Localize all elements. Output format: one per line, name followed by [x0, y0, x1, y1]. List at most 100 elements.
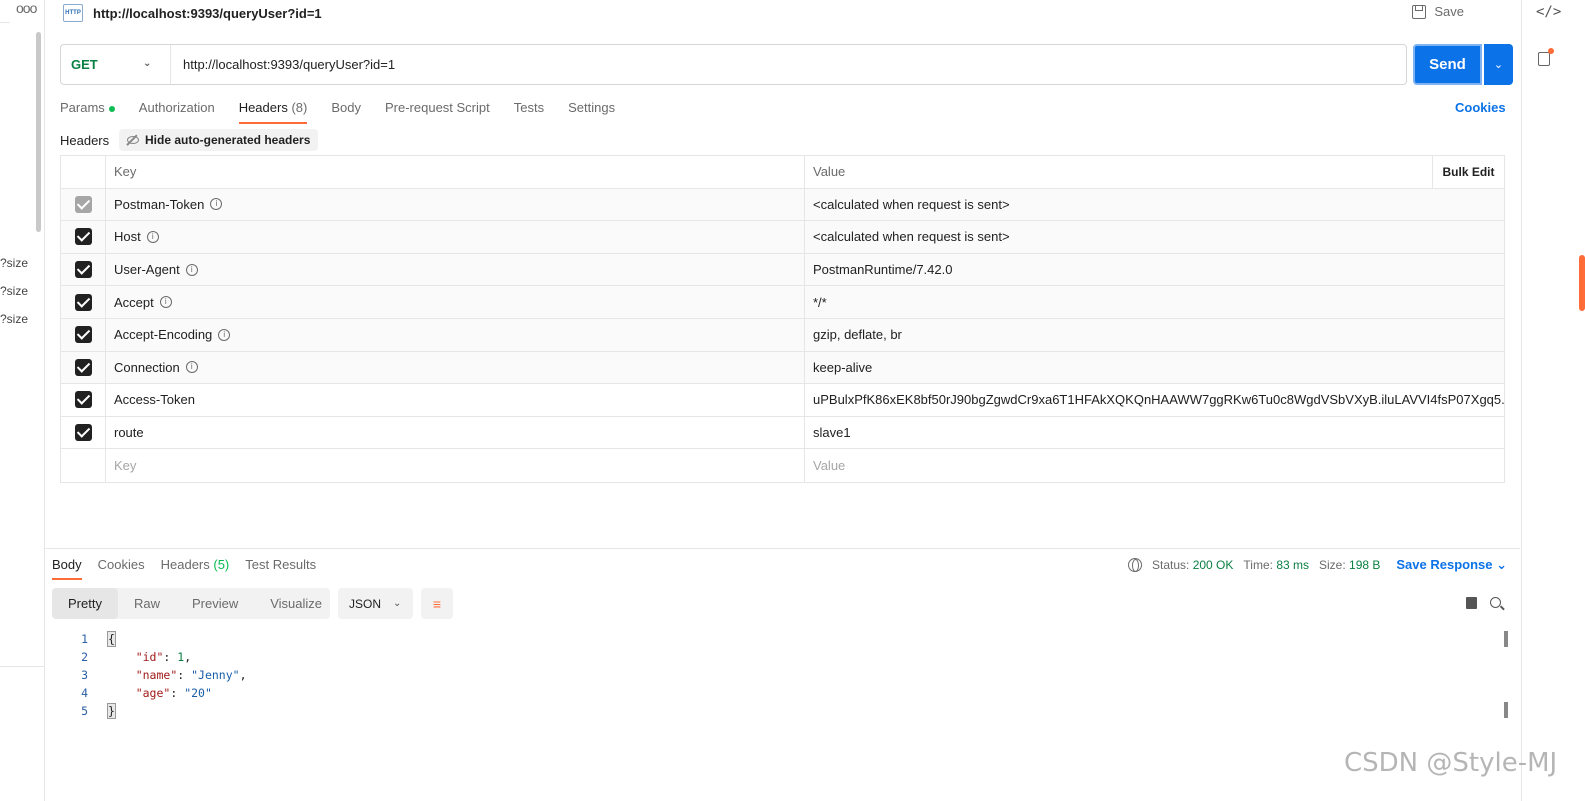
table-row-new: Key Value — [61, 449, 1504, 482]
request-tabs: Params Authorization Headers (8) Body Pr… — [60, 96, 639, 124]
header-key[interactable]: Accept — [114, 295, 154, 310]
header-check-cell — [61, 156, 106, 188]
tab-settings[interactable]: Settings — [568, 96, 615, 124]
header-value[interactable]: <calculated when request is sent> — [805, 189, 1504, 221]
send-button[interactable]: Send — [1413, 44, 1482, 85]
bulk-edit-button[interactable]: Bulk Edit — [1432, 156, 1504, 188]
header-value[interactable]: gzip, deflate, br — [805, 319, 1504, 351]
hide-auto-generated-button[interactable]: Hide auto-generated headers — [119, 129, 319, 151]
tab-authorization[interactable]: Authorization — [139, 96, 215, 124]
tab-response-body[interactable]: Body — [52, 556, 82, 580]
tab-tests[interactable]: Tests — [514, 96, 544, 124]
sidebar-scrollbar[interactable] — [36, 32, 41, 232]
header-value[interactable]: keep-alive — [805, 352, 1504, 384]
header-key[interactable]: Access-Token — [114, 392, 195, 407]
params-active-dot — [108, 105, 115, 112]
table-row: Connection i keep-alive — [61, 351, 1504, 385]
tab-headers[interactable]: Headers (8) — [238, 96, 308, 124]
response-tabs: Body Cookies Headers (5) Test Results — [52, 556, 332, 580]
request-title[interactable]: http://localhost:9393/queryUser?id=1 — [93, 6, 322, 21]
editor-scrollbar-mark[interactable] — [1504, 702, 1508, 718]
url-input[interactable]: http://localhost:9393/queryUser?id=1 — [171, 45, 1406, 84]
save-label: Save — [1434, 4, 1464, 19]
header-value[interactable]: PostmanRuntime/7.42.0 — [805, 254, 1504, 286]
row-checkbox[interactable] — [74, 326, 92, 344]
http-request-icon: HTTP — [63, 4, 83, 22]
save-button[interactable]: Save — [1412, 4, 1464, 19]
code-snippet-icon[interactable]: </> — [1536, 4, 1561, 20]
info-icon[interactable]: i — [185, 263, 198, 276]
header-value[interactable]: */* — [805, 286, 1504, 318]
size-info[interactable]: Size: 198 B — [1319, 558, 1380, 572]
header-key[interactable]: Postman-Token — [114, 197, 204, 212]
tab-test-results[interactable]: Test Results — [245, 556, 316, 580]
tab-response-headers[interactable]: Headers (5) — [161, 556, 230, 580]
code-line: 1 { — [60, 630, 1510, 648]
documentation-icon[interactable] — [1538, 48, 1554, 66]
table-row: Postman-Token i <calculated when request … — [61, 188, 1504, 222]
header-value[interactable]: uPBulxPfK86xEK8bf50rJ90bgZgwdCr9xa6T1HFA… — [805, 384, 1504, 416]
info-icon[interactable]: i — [146, 230, 159, 243]
sidebar-item-truncated[interactable]: ?size — [0, 256, 28, 270]
line-number: 5 — [81, 704, 88, 718]
header-value[interactable]: <calculated when request is sent> — [805, 221, 1504, 253]
chevron-down-icon: ⌄ — [143, 58, 152, 69]
header-value[interactable]: slave1 — [805, 417, 1504, 449]
format-visualize[interactable]: Visualize — [254, 588, 338, 619]
format-preview[interactable]: Preview — [176, 588, 254, 619]
line-number: 2 — [81, 650, 88, 664]
new-key-input[interactable]: Key — [106, 449, 805, 482]
format-pretty[interactable]: Pretty — [52, 588, 118, 619]
row-checkbox[interactable] — [74, 358, 92, 376]
header-key[interactable]: Connection — [114, 360, 180, 375]
status-info[interactable]: Status: 200 OK — [1152, 558, 1233, 572]
header-key[interactable]: Accept-Encoding — [114, 327, 212, 342]
tab-body[interactable]: Body — [331, 96, 361, 124]
tab-label: Authorization — [138, 100, 215, 115]
scroll-indicator[interactable] — [1579, 255, 1585, 311]
search-icon[interactable] — [1490, 597, 1501, 608]
column-header-key: Key — [106, 156, 805, 188]
header-key[interactable]: route — [114, 425, 144, 440]
tab-label: Body — [331, 100, 361, 115]
code-line: 5 } — [60, 702, 1510, 720]
send-options-button[interactable]: ⌄ — [1484, 44, 1513, 85]
tab-response-cookies[interactable]: Cookies — [98, 556, 145, 580]
save-response-button[interactable]: Save Response ⌄ — [1396, 557, 1507, 573]
language-select[interactable]: JSON ⌄ — [338, 588, 413, 619]
info-icon[interactable]: i — [218, 328, 231, 341]
tab-label: Tests — [513, 100, 545, 115]
header-key[interactable]: Host — [114, 229, 141, 244]
time-value: 83 ms — [1276, 558, 1309, 572]
copy-icon[interactable] — [1463, 594, 1477, 609]
wrap-lines-icon[interactable]: ≡ — [421, 588, 453, 619]
sidebar-item-truncated[interactable]: ?size — [0, 312, 28, 326]
pane-divider[interactable] — [45, 548, 1520, 549]
format-raw[interactable]: Raw — [118, 588, 176, 619]
more-options-icon[interactable]: ooo — [16, 0, 37, 16]
code-text: } — [107, 703, 116, 719]
row-checkbox[interactable] — [74, 293, 92, 311]
response-body-editor[interactable]: 1 { 2 "id": 1, 3 "name": "Jenny", 4 "age… — [60, 630, 1510, 730]
info-icon[interactable]: i — [159, 296, 172, 309]
sidebar-item-truncated[interactable]: ?size — [0, 284, 28, 298]
header-key[interactable]: User-Agent — [114, 262, 180, 277]
right-sidebar: </> — [1521, 0, 1585, 801]
row-checkbox[interactable] — [74, 391, 92, 409]
tab-pre-request-script[interactable]: Pre-request Script — [385, 96, 490, 124]
info-icon[interactable]: i — [185, 361, 198, 374]
row-checkbox[interactable] — [74, 424, 92, 442]
editor-scrollbar-mark[interactable] — [1504, 631, 1508, 647]
cookies-link[interactable]: Cookies — [1455, 100, 1506, 115]
column-header-value: Value — [813, 164, 846, 180]
tab-params[interactable]: Params — [60, 96, 115, 124]
info-icon[interactable]: i — [210, 198, 223, 211]
row-checkbox[interactable] — [74, 195, 92, 213]
globe-icon[interactable] — [1128, 558, 1142, 572]
time-info[interactable]: Time: 83 ms — [1243, 558, 1309, 572]
row-checkbox[interactable] — [74, 261, 92, 279]
method-select[interactable]: GET ⌄ — [61, 45, 171, 84]
code-text: "age": "20" — [135, 686, 212, 700]
row-checkbox[interactable] — [74, 228, 92, 246]
new-value-input[interactable]: Value — [805, 449, 1504, 482]
